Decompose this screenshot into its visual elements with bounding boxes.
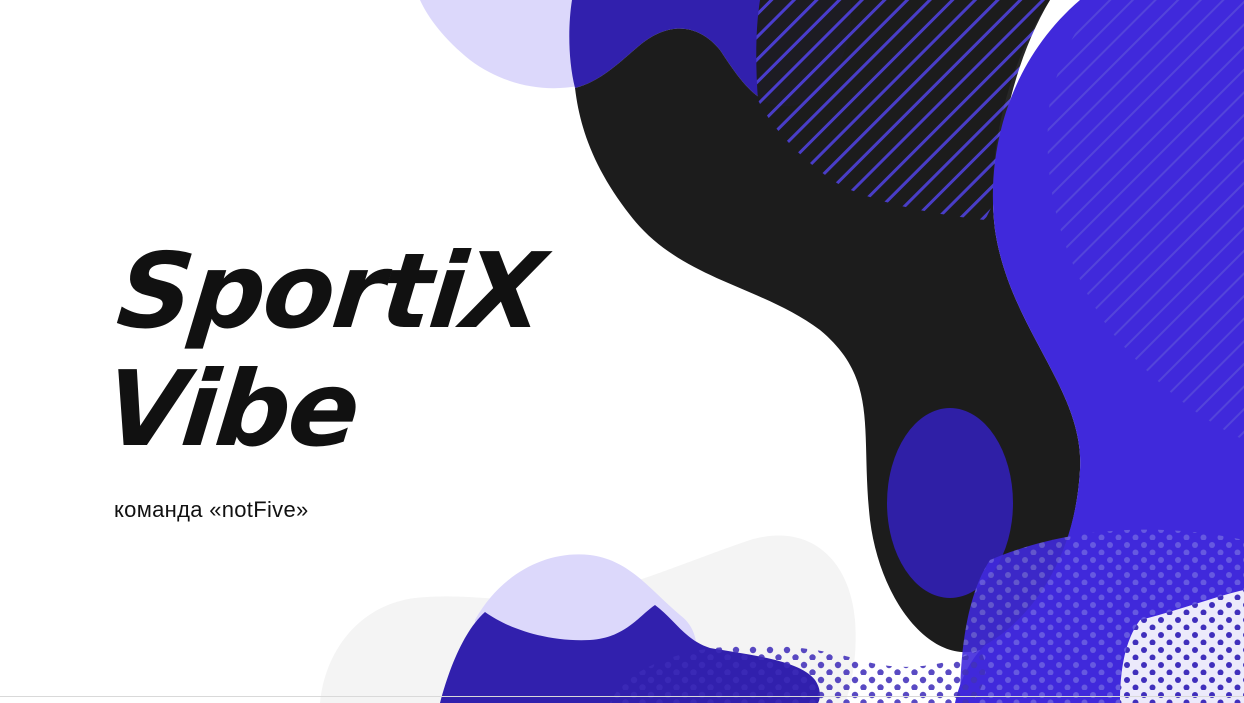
title-line-2: Vibe (99, 348, 364, 470)
slide-title: SportiX Vibe (99, 230, 549, 470)
title-line-1: SportiX (112, 230, 549, 352)
title-slide: SportiX Vibe команда «notFive» (0, 0, 1244, 703)
team-subtitle: команда «notFive» (114, 497, 309, 522)
divider-line (0, 696, 1244, 697)
